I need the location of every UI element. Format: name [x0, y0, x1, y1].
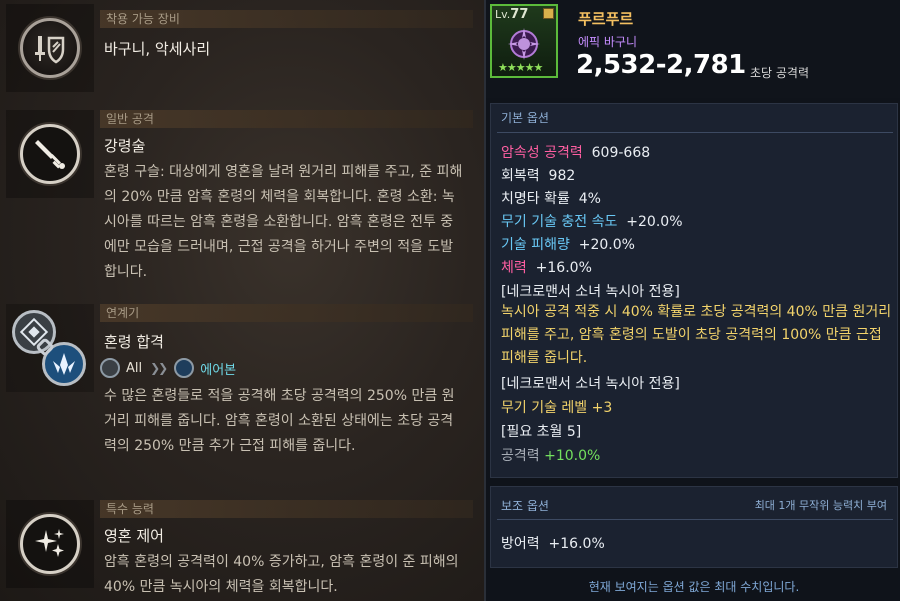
- option-defense: 방어력 +16.0%: [501, 533, 605, 553]
- option-dark-attack: 암속성 공격력 609-668: [501, 142, 650, 162]
- sub-options-header: 보조 옵션: [501, 499, 549, 513]
- equipment-icon-frame: [6, 4, 94, 92]
- airborne-state-icon: [174, 358, 195, 378]
- option-value: +20.0%: [578, 237, 635, 253]
- combo-condition: All ❯❯ 에어본: [100, 357, 236, 379]
- skill-description: 암흑 혼령의 공격력이 40% 증가하고, 암흑 혼령이 준 피해의 40% 만…: [104, 554, 459, 595]
- option-value: 982: [548, 168, 576, 184]
- sub-options-note: 최대 1개 무작위 능력치 부여: [754, 499, 887, 512]
- skill-description: 혼령 구슬: 대상에게 영혼을 날려 원거리 피해를 주고, 준 피해의 20%…: [104, 164, 463, 280]
- item-level: Lv.77: [495, 7, 528, 22]
- option-label: 암속성 공격력: [501, 145, 583, 161]
- basic-options-header: 기본 옵션: [501, 111, 549, 125]
- divider: [497, 519, 893, 520]
- star-rating: ★★★★★: [498, 61, 543, 74]
- purple-orb-icon: [508, 28, 540, 60]
- skill-panel: 착용 가능 장비 바구니, 악세사리 일반 공격 강령술 혼령 구슬: 대상에게…: [0, 0, 484, 601]
- chain-combo-icon: [12, 310, 92, 390]
- option-value: +16.0%: [548, 536, 605, 552]
- section-basic-attack: 일반 공격 강령술 혼령 구슬: 대상에게 영혼을 날려 원거리 피해를 주고,…: [0, 106, 484, 296]
- option-value: 609-668: [591, 145, 651, 161]
- equipment-types: 바구니, 악세사리: [104, 40, 211, 58]
- attack-range: 2,532-2,781: [576, 50, 746, 80]
- double-chevron-icon: ❯❯: [150, 361, 168, 375]
- option-crit-rate: 치명타 확률 4%: [501, 188, 601, 208]
- option-label: 치명타 확률: [501, 191, 570, 207]
- item-tooltip: Lv.77 ★★★★★ 푸르푸르 에픽 바구니 2,532-2,781 초당 공…: [484, 0, 900, 601]
- option-value: 4%: [578, 191, 601, 207]
- basic-attack-icon-frame: [6, 110, 94, 198]
- section-special: 특수 능력 영혼 제어 암흑 혼령의 공격력이 40% 증가하고, 암흑 혼령이…: [0, 496, 484, 601]
- requirement: [필요 초월 5]: [501, 424, 582, 440]
- option-label: 공격력: [501, 448, 540, 464]
- option-value: +16.0%: [535, 260, 592, 276]
- option-label: 방어력: [501, 536, 540, 552]
- option-value: +20.0%: [626, 214, 683, 230]
- sword-shield-icon: [20, 18, 80, 78]
- option-attack-percent: 공격력 +10.0%: [501, 445, 600, 465]
- combo-to: 에어본: [200, 362, 237, 378]
- basic-options-box: 기본 옵션 암속성 공격력 609-668 회복력 982 치명타 확률 4% …: [490, 103, 898, 478]
- item-grade: 에픽 바구니: [578, 35, 638, 49]
- all-state-icon: [100, 358, 120, 378]
- sub-options-box: 보조 옵션 최대 1개 무작위 능력치 부여 방어력 +16.0%: [490, 486, 898, 568]
- option-label: 무기 기술 충전 속도: [501, 214, 618, 230]
- level-prefix: Lv.: [495, 8, 511, 21]
- exclusive-effect: 녹시아 공격 적중 시 40% 확률로 초당 공격력의 40% 만큼 원거리 피…: [501, 304, 892, 366]
- sparkle-icon: [20, 514, 80, 574]
- option-weapon-skill-charge: 무기 기술 충전 속도 +20.0%: [501, 211, 683, 231]
- option-label: 체력: [501, 260, 527, 276]
- section-combo: 연계기 혼령 합격 All ❯❯ 에어본 수 많은 혼령들로 적을 공격해 초당…: [0, 300, 484, 490]
- option-label: 회복력: [501, 168, 540, 184]
- skill-title: 강령술: [104, 137, 146, 155]
- level-value: 77: [510, 7, 529, 22]
- combo-from: All: [126, 360, 143, 376]
- option-label: 기술 피해량: [501, 237, 570, 253]
- option-skill-damage: 기술 피해량 +20.0%: [501, 234, 635, 254]
- item-name: 푸르푸르: [578, 10, 634, 28]
- category-label: 착용 가능 장비: [100, 10, 473, 28]
- footer-note: 현재 보여지는 옵션 값은 최대 수치입니다.: [588, 580, 800, 594]
- item-header: Lv.77 ★★★★★ 푸르푸르 에픽 바구니 2,532-2,781 초당 공…: [486, 0, 900, 98]
- special-icon-frame: [6, 500, 94, 588]
- category-label: 특수 능력: [100, 500, 473, 518]
- option-value: +10.0%: [544, 448, 601, 464]
- divider: [497, 132, 893, 133]
- lock-badge-icon: [543, 8, 554, 19]
- weapon-skill-level: 무기 기술 레벨 +3: [501, 400, 613, 416]
- category-label: 연계기: [100, 304, 473, 322]
- skill-title: 혼령 합격: [104, 333, 164, 351]
- category-label: 일반 공격: [100, 110, 473, 128]
- section-equipment: 착용 가능 장비 바구니, 악세사리: [0, 0, 484, 98]
- skill-description: 수 많은 혼령들로 적을 공격해 초당 공격력의 250% 만큼 원거리 피해를…: [104, 388, 455, 454]
- option-recovery: 회복력 982: [501, 165, 575, 185]
- option-hp: 체력 +16.0%: [501, 257, 592, 277]
- dagger-icon: [20, 124, 80, 184]
- skill-title: 영혼 제어: [104, 527, 164, 545]
- exclusive-tag-1: [네크로맨서 소녀 녹시아 전용]: [501, 284, 680, 300]
- exclusive-tag-2: [네크로맨서 소녀 녹시아 전용]: [501, 376, 680, 392]
- item-portrait[interactable]: Lv.77 ★★★★★: [490, 4, 558, 78]
- combo-icon-frame: [6, 304, 94, 392]
- attack-label: 초당 공격력: [750, 66, 810, 80]
